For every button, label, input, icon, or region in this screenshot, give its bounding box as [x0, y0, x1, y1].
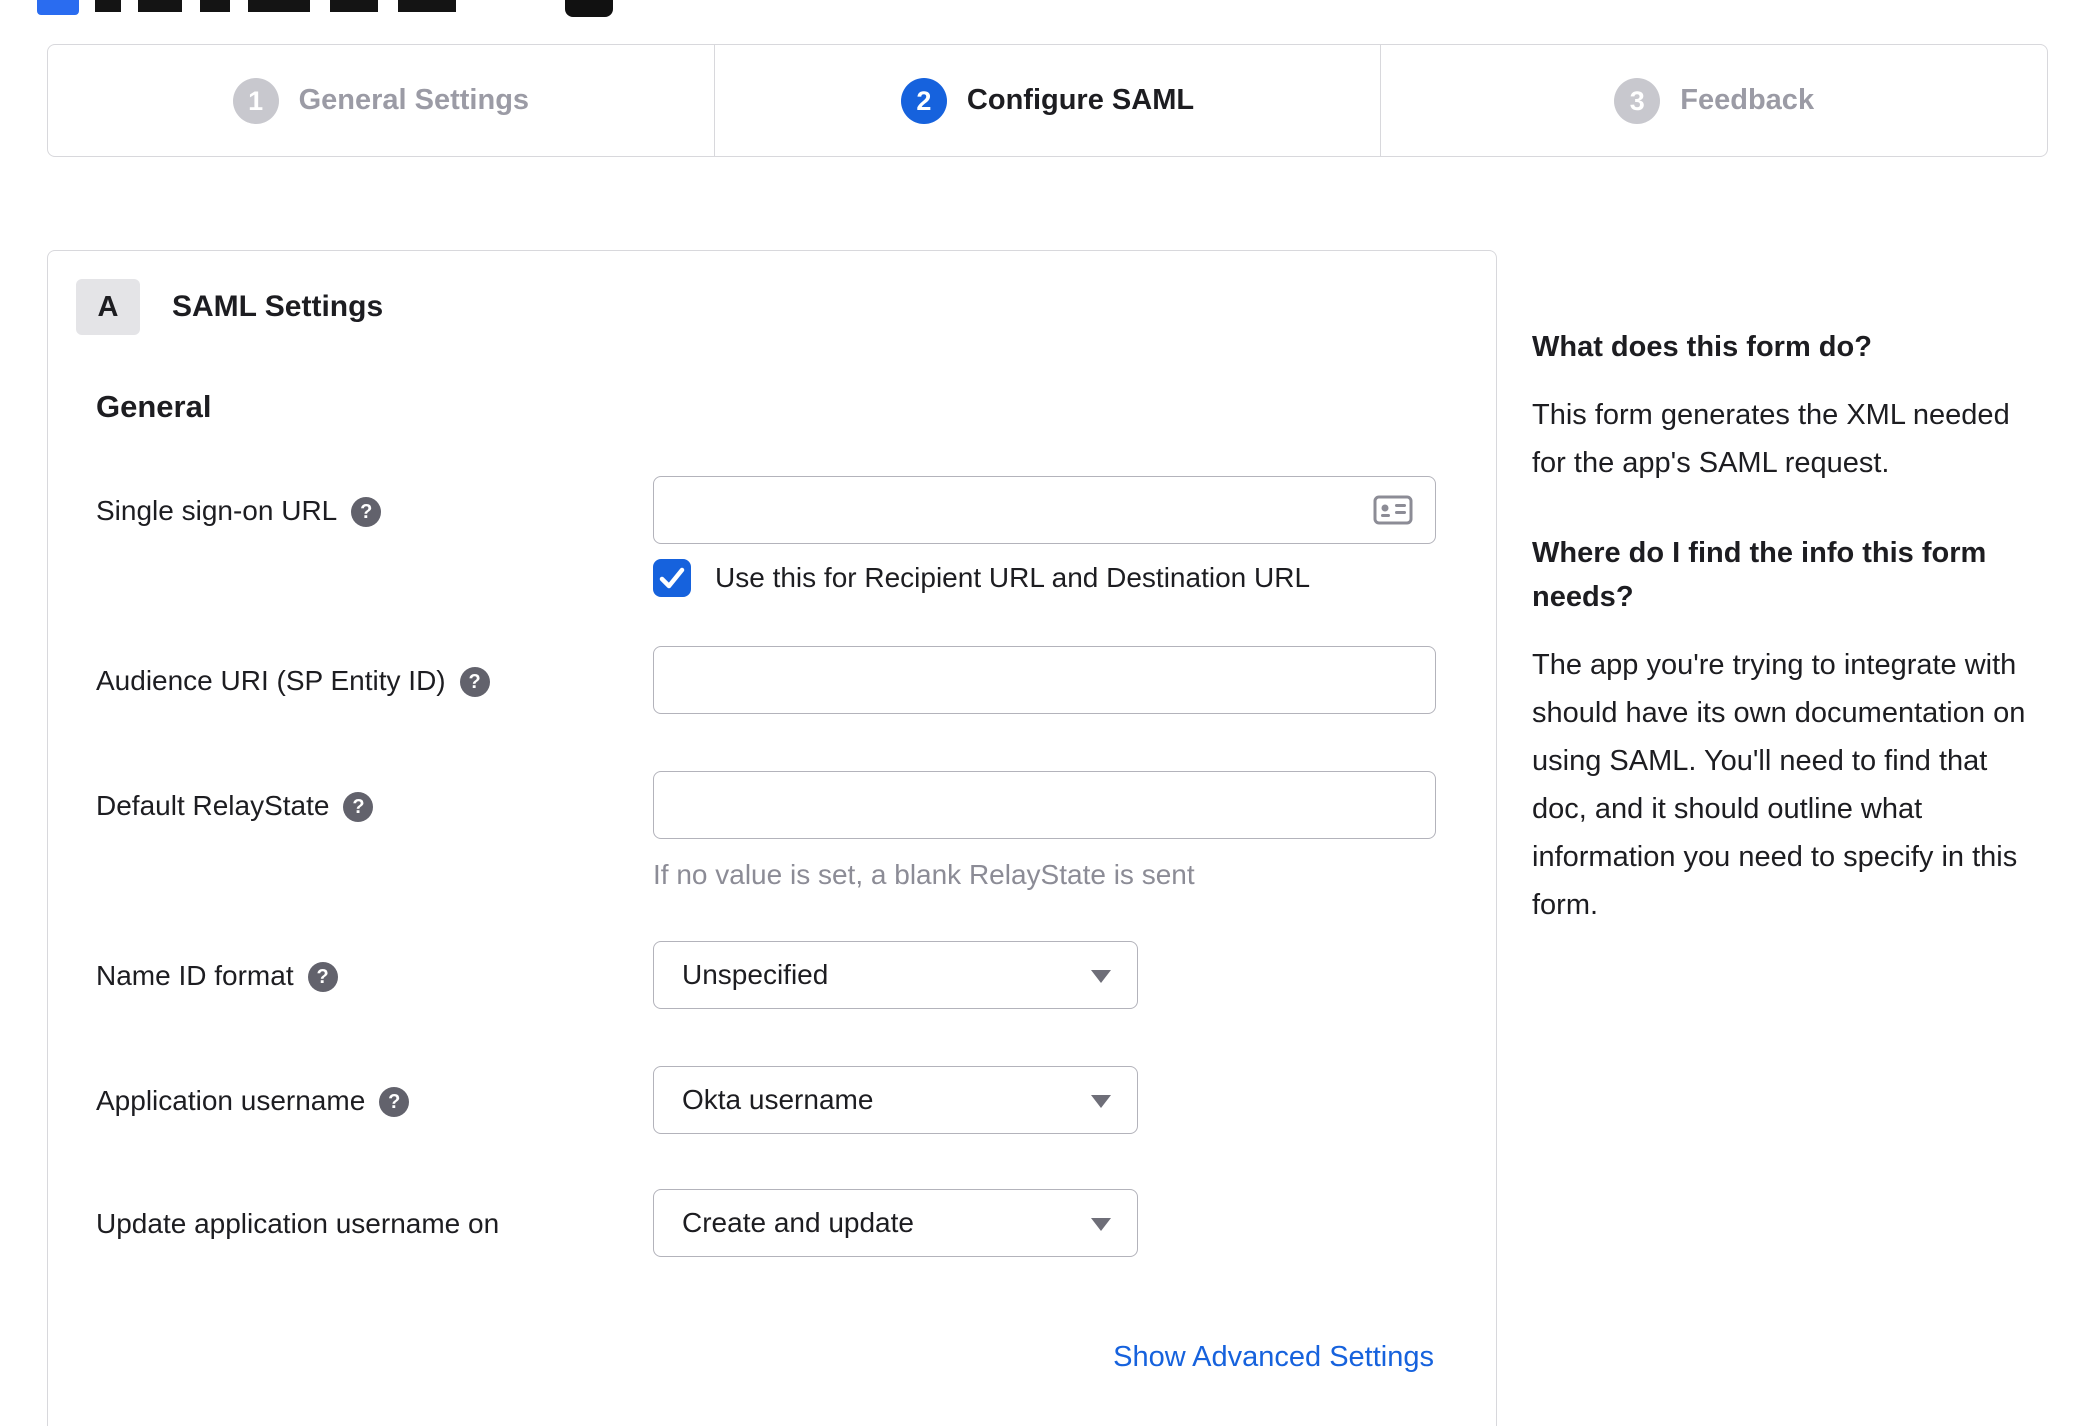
general-section-title: General	[96, 389, 212, 424]
help-icon[interactable]: ?	[459, 667, 490, 697]
sso-url-input[interactable]	[653, 476, 1436, 544]
help-question-1: What does this form do?	[1532, 331, 1872, 363]
label-text: Name ID format	[96, 960, 294, 991]
relaystate-row: Default RelayState?	[96, 771, 1456, 841]
show-advanced-settings-link[interactable]: Show Advanced Settings	[1113, 1341, 1434, 1374]
step-label: Configure SAML	[966, 84, 1195, 116]
step-general-settings[interactable]: 1 General Settings	[48, 45, 714, 156]
recipient-url-checkbox-row: Use this for Recipient URL and Destinati…	[653, 559, 1310, 597]
step-configure-saml[interactable]: 2 Configure SAML	[713, 45, 1381, 156]
label-text: Update application username on	[96, 1208, 500, 1239]
checkmark-icon	[659, 567, 685, 589]
select-value: Create and update	[682, 1207, 914, 1238]
help-icon[interactable]: ?	[307, 962, 338, 992]
help-answer-1: This form generates the XML needed for t…	[1532, 399, 2010, 479]
title-text-fragment	[398, 0, 456, 12]
title-text-fragment	[138, 0, 182, 12]
app-icon-fragment	[565, 0, 613, 17]
label-text: Audience URI (SP Entity ID)	[96, 665, 446, 696]
sso-url-row: Single sign-on URL?	[96, 476, 1456, 546]
help-sidebar: What does this form do? This form genera…	[1532, 325, 2047, 973]
step-number-badge: 1	[232, 77, 279, 124]
audience-uri-row: Audience URI (SP Entity ID)?	[96, 646, 1456, 716]
label-text: Application username	[96, 1085, 366, 1116]
step-label: Feedback	[1680, 84, 1815, 116]
chevron-down-icon	[1091, 1095, 1111, 1108]
help-icon[interactable]: ?	[351, 497, 382, 527]
panel-header: A SAML Settings	[76, 279, 383, 335]
relaystate-input[interactable]	[653, 771, 1436, 839]
title-text-fragment	[248, 0, 310, 12]
contact-card-icon[interactable]	[1373, 495, 1413, 525]
recipient-url-checkbox-label[interactable]: Use this for Recipient URL and Destinati…	[715, 562, 1310, 594]
update-username-row: Update application username on Create an…	[96, 1189, 1456, 1259]
select-value: Okta username	[682, 1084, 874, 1115]
panel-title: SAML Settings	[172, 290, 384, 323]
clipped-page-header	[0, 0, 2092, 20]
page: 1 General Settings 2 Configure SAML 3 Fe…	[0, 0, 2092, 1426]
audience-uri-input[interactable]	[653, 646, 1436, 714]
section-a-badge: A	[76, 279, 140, 335]
title-text-fragment	[330, 0, 378, 12]
recipient-url-checkbox[interactable]	[653, 559, 691, 597]
step-number-badge: 3	[1614, 77, 1661, 124]
label-text: Single sign-on URL	[96, 495, 338, 526]
nameid-format-select[interactable]: Unspecified	[653, 941, 1138, 1009]
saml-settings-panel: A SAML Settings General Single sign-on U…	[47, 250, 1497, 1426]
step-number-badge: 2	[900, 77, 947, 124]
app-logo-fragment	[37, 0, 79, 15]
chevron-down-icon	[1091, 1218, 1111, 1231]
select-value: Unspecified	[682, 959, 829, 990]
wizard-stepper: 1 General Settings 2 Configure SAML 3 Fe…	[47, 44, 2048, 157]
help-answer-2: The app you're trying to integrate with …	[1532, 649, 2026, 921]
step-feedback[interactable]: 3 Feedback	[1380, 45, 2047, 156]
help-icon[interactable]: ?	[343, 792, 374, 822]
step-label: General Settings	[298, 84, 530, 116]
help-icon[interactable]: ?	[379, 1087, 410, 1117]
chevron-down-icon	[1091, 970, 1111, 983]
title-text-fragment	[95, 0, 121, 12]
nameid-format-row: Name ID format? Unspecified	[96, 941, 1456, 1011]
help-question-2: Where do I find the info this form needs…	[1532, 537, 1987, 613]
title-text-fragment	[200, 0, 230, 12]
label-text: Default RelayState	[96, 790, 330, 821]
application-username-row: Application username? Okta username	[96, 1066, 1456, 1136]
application-username-select[interactable]: Okta username	[653, 1066, 1138, 1134]
relaystate-hint: If no value is set, a blank RelayState i…	[653, 859, 1195, 890]
update-username-select[interactable]: Create and update	[653, 1189, 1138, 1257]
